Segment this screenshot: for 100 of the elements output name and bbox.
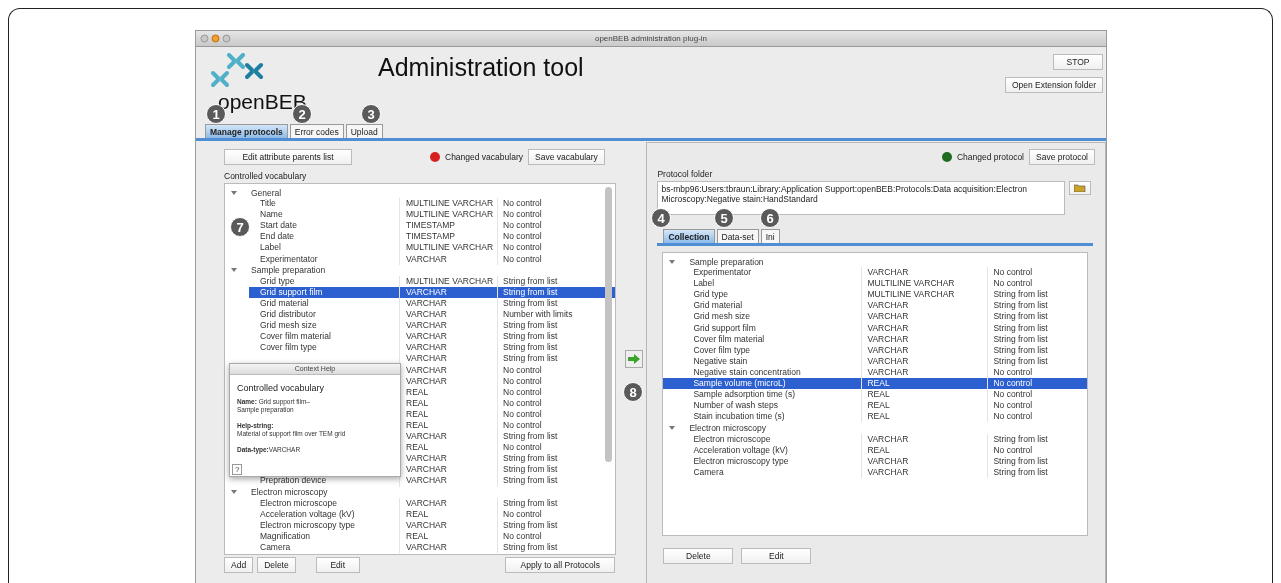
- tree-row[interactable]: Number of wash steps REAL No control: [663, 400, 1088, 412]
- attribute-type: VARCHAR: [861, 355, 988, 367]
- folder-icon: [1074, 184, 1087, 192]
- tab[interactable]: Error codes: [289, 124, 344, 138]
- attribute-name: Label: [259, 242, 282, 254]
- attribute-control: String from list: [497, 475, 615, 487]
- help-key[interactable]: ?: [232, 464, 243, 475]
- expanded-triangle-icon[interactable]: [669, 258, 676, 265]
- tab[interactable]: Ini: [760, 229, 780, 243]
- expanded-triangle-icon[interactable]: [231, 489, 237, 496]
- status-label: Changed protocol: [956, 152, 1024, 162]
- tree-row[interactable]: Label MULTILINE VARCHAR No control: [663, 278, 1088, 290]
- attribute-name: Grid material: [692, 300, 744, 312]
- attribute-control: String from list: [497, 464, 615, 476]
- tree-row[interactable]: Electron microscopy type VARCHAR String from list: [663, 455, 1088, 467]
- open-folder-button[interactable]: Open Extension folder: [1004, 77, 1103, 93]
- attribute-control: String from list: [987, 311, 1088, 323]
- scrollbar-thumb[interactable]: [605, 187, 612, 462]
- tree-row[interactable]: Acceleration voltage (kV) REAL No control: [249, 508, 615, 520]
- delete-button[interactable]: Delete: [663, 548, 734, 564]
- expanded-triangle-icon[interactable]: [669, 424, 676, 431]
- attribute-type: VARCHAR: [399, 342, 497, 354]
- tree-row[interactable]: Acceleration voltage (kV) REAL No control: [663, 444, 1088, 456]
- attribute-type: VARCHAR: [399, 320, 497, 332]
- save-protocol-button[interactable]: Save protocol: [1029, 149, 1095, 165]
- tree-row[interactable]: Grid support film VARCHAR String from list: [249, 286, 615, 298]
- tree-row[interactable]: Cover film material VARCHAR String from list: [663, 333, 1088, 345]
- tab[interactable]: Data-set: [716, 229, 759, 243]
- attribute-type: VARCHAR: [861, 311, 988, 323]
- tree-group-row[interactable]: Sample preparation: [225, 264, 615, 276]
- attribute-name: Camera: [692, 466, 725, 478]
- tree-group-row[interactable]: General: [225, 187, 615, 199]
- add-button[interactable]: Add: [224, 557, 254, 573]
- attribute-name: Label: [692, 278, 716, 290]
- attribute-type: MULTILINE VARCHAR: [861, 289, 988, 301]
- attribute-type: MULTILINE VARCHAR: [399, 209, 497, 221]
- tree-row[interactable]: Negative stain VARCHAR String from list: [663, 355, 1088, 367]
- tree-row[interactable]: Grid material VARCHAR String from list: [663, 300, 1088, 312]
- tree-row[interactable]: Grid mesh size VARCHAR String from list: [663, 311, 1088, 323]
- tree-group-row[interactable]: Electron microscopy: [663, 422, 1088, 434]
- expanded-triangle-icon[interactable]: [231, 189, 237, 196]
- apply-button[interactable]: Apply to all Protocols: [505, 557, 616, 573]
- tree-row[interactable]: Grid type MULTILINE VARCHAR String from list: [663, 289, 1088, 301]
- tab[interactable]: Upload: [345, 124, 383, 138]
- attribute-name: Start date: [259, 220, 298, 232]
- tree-row[interactable]: Stain incubation time (s) REAL No control: [663, 411, 1088, 423]
- tab[interactable]: Collection: [663, 229, 715, 243]
- tree-row[interactable]: Grid support film VARCHAR String from list: [663, 322, 1088, 334]
- callout-number: 3: [361, 104, 381, 124]
- tab[interactable]: Manage protocols: [205, 124, 288, 138]
- attribute-name: Sample adsorption time (s): [692, 389, 796, 401]
- attribute-type: VARCHAR: [399, 331, 497, 343]
- tree-row[interactable]: Electron microscopy type VARCHAR String from list: [249, 519, 615, 531]
- attribute-type: VARCHAR: [861, 344, 988, 356]
- attribute-name: Stain incubation time (s): [692, 411, 786, 423]
- attribute-name: Grid type: [259, 275, 296, 287]
- folder-path-field[interactable]: bs-mbp96:Users:tbraun:Library:Application Support:openBEB:Protocols:Data acquisition:Electron Microscopy:Negative stain:HandStandard: [657, 181, 1066, 215]
- attribute-control: No control: [987, 378, 1088, 390]
- tree-row[interactable]: Electron microscope VARCHAR String from list: [249, 497, 615, 509]
- callout-number: 8: [623, 382, 643, 402]
- tree-row[interactable]: Electron microscope VARCHAR String from list: [663, 433, 1088, 445]
- tree-row[interactable]: Cover film type VARCHAR String from list: [663, 344, 1088, 356]
- tree-row[interactable]: Experimentator VARCHAR No control: [663, 267, 1088, 279]
- attribute-type: REAL: [399, 508, 497, 520]
- attribute-name: Acceleration voltage (kV): [692, 444, 789, 456]
- attribute-name: Experimentator: [692, 267, 753, 279]
- expanded-triangle-icon[interactable]: [231, 267, 237, 274]
- tree-group-row[interactable]: Electron microscopy: [225, 486, 615, 498]
- attribute-control: No control: [987, 267, 1088, 279]
- browse-folder-button[interactable]: [1069, 181, 1092, 195]
- tree-group-row[interactable]: Sample preparation: [663, 256, 1088, 268]
- section-label: Controlled vocabulary: [224, 171, 307, 181]
- tree-row[interactable]: Sample volume (microL) REAL No control: [663, 378, 1088, 390]
- attribute-name: Cover film material: [692, 333, 766, 345]
- attribute-name: Electron microscopy type: [692, 455, 790, 467]
- attribute-name: Camera: [259, 542, 292, 554]
- tree-row[interactable]: Magnification REAL No control: [249, 530, 615, 542]
- attribute-control: String from list: [987, 344, 1088, 356]
- edit-button[interactable]: Edit: [315, 557, 360, 573]
- delete-button[interactable]: Delete: [257, 557, 296, 573]
- transfer-button[interactable]: [624, 350, 643, 368]
- tree-row[interactable]: Sample adsorption time (s) REAL No control: [663, 389, 1088, 401]
- attribute-control: String from list: [497, 542, 615, 554]
- attribute-name: Title: [259, 198, 277, 210]
- app-title: Administration tool: [378, 53, 584, 81]
- stop-button[interactable]: STOP: [1053, 54, 1103, 70]
- attribute-control: String from list: [987, 289, 1088, 301]
- attribute-type: REAL: [861, 444, 988, 456]
- window-controls-icon[interactable]: [200, 34, 234, 43]
- edit-button[interactable]: Edit: [741, 548, 812, 564]
- attribute-control: No control: [987, 444, 1088, 456]
- attribute-type: MULTILINE VARCHAR: [399, 198, 497, 210]
- tree-row[interactable]: Camera VARCHAR String from list: [249, 542, 615, 554]
- save-vocabulary-button[interactable]: Save vacabulary: [528, 149, 605, 165]
- attribute-control: No control: [987, 411, 1088, 423]
- edit-parents-button[interactable]: Edit attribute parents list: [224, 149, 352, 165]
- attribute-name: Name: [259, 209, 284, 221]
- attribute-type: REAL: [861, 378, 988, 390]
- attribute-type: VARCHAR: [399, 286, 497, 298]
- tree-row[interactable]: Camera VARCHAR String from list: [663, 466, 1088, 478]
